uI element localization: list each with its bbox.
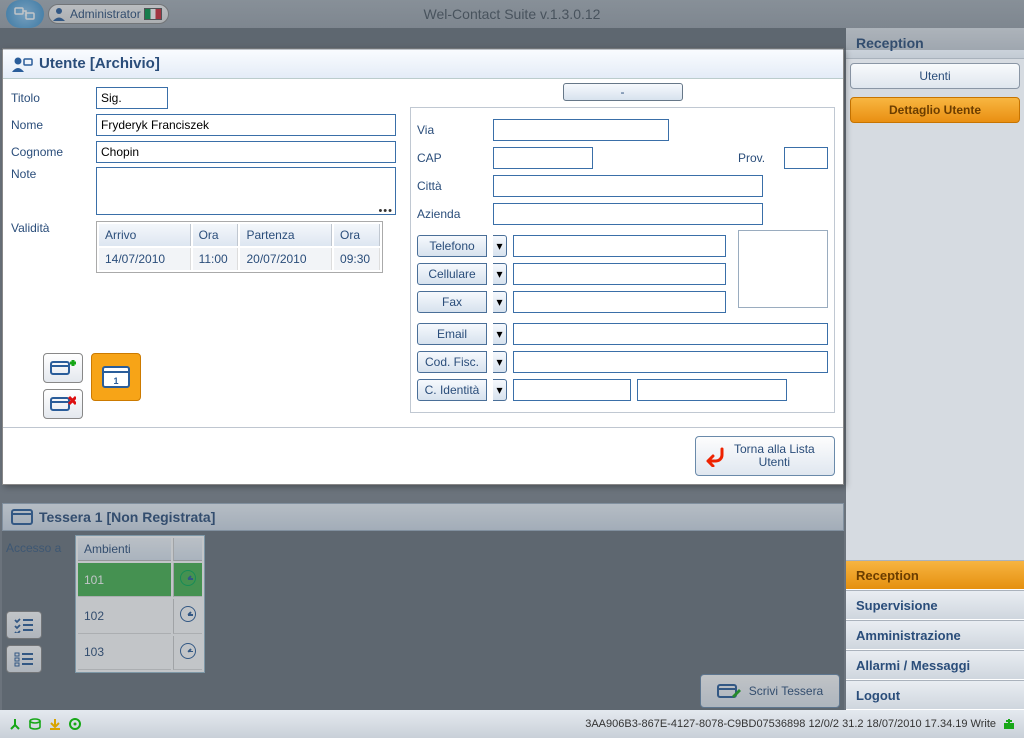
label-validita: Validità [11, 221, 96, 235]
env-row-103[interactable]: 103 [78, 636, 202, 670]
input-note[interactable] [96, 167, 396, 215]
input-nome[interactable] [96, 114, 396, 136]
panel-title: Utente [Archivio] [39, 55, 160, 72]
label-note: Note [11, 167, 96, 181]
section-logout[interactable]: Logout [846, 680, 1024, 710]
clock-icon [180, 570, 196, 586]
input-azienda[interactable] [493, 203, 763, 225]
panel-header: Utente [Archivio] [3, 49, 843, 79]
sidebar: Reception Utenti Dettaglio Utente Recept… [846, 28, 1024, 710]
input-fax[interactable] [513, 291, 726, 313]
tessera-title: Tessera 1 [Non Registrata] [39, 509, 215, 525]
back-to-users-button[interactable]: Torna alla Lista Utenti [695, 436, 835, 476]
label-cap: CAP [417, 151, 487, 165]
codfisc-button[interactable]: Cod. Fisc. [417, 351, 487, 373]
status-icon-1 [8, 717, 22, 731]
status-icon-3 [48, 717, 62, 731]
telefono-dropdown-icon[interactable]: ▾ [493, 235, 507, 257]
cellulare-dropdown-icon[interactable]: ▾ [493, 263, 507, 285]
validity-row[interactable]: 14/07/2010 11:00 20/07/2010 09:30 [99, 248, 380, 270]
status-text: 3AA906B3-867E-4127-8078-C9BD07536898 12/… [585, 718, 996, 730]
section-allarmi[interactable]: Allarmi / Messaggi [846, 650, 1024, 680]
environments-table: Ambienti 101 102 [75, 535, 205, 673]
list-button[interactable] [6, 645, 42, 673]
cidentita-button[interactable]: C. Identità [417, 379, 487, 401]
label-cognome: Cognome [11, 145, 96, 159]
label-via: Via [417, 123, 487, 137]
topbar: Administrator Wel-Contact Suite v.1.3.0.… [0, 0, 1024, 28]
validity-table: Arrivo Ora Partenza Ora 14/07/2010 11:00… [96, 221, 383, 273]
telefono-button[interactable]: Telefono [417, 235, 487, 257]
label-accesso: Accesso a [6, 535, 71, 555]
add-card-button[interactable] [43, 353, 83, 383]
input-codfisc[interactable] [513, 351, 828, 373]
write-card-button[interactable]: Scrivi Tessera [700, 674, 840, 708]
input-cap[interactable] [493, 147, 593, 169]
env-row-101[interactable]: 101 [78, 563, 202, 597]
status-icon-end [1002, 717, 1016, 731]
section-reception[interactable]: Reception [846, 560, 1024, 590]
env-row-102[interactable]: 102 [78, 599, 202, 633]
cidentita-dropdown-icon[interactable]: ▾ [493, 379, 507, 401]
dash-button[interactable]: - [563, 83, 683, 101]
input-cognome[interactable] [96, 141, 396, 163]
checklist-button[interactable] [6, 611, 42, 639]
section-supervisione[interactable]: Supervisione [846, 590, 1024, 620]
expand-icon[interactable]: ••• [378, 205, 393, 217]
label-titolo: Titolo [11, 91, 96, 105]
th-ambienti: Ambienti [78, 538, 171, 561]
photo-box[interactable] [738, 230, 828, 308]
card-1-selected[interactable]: 1 [91, 353, 141, 401]
sidebar-utenti-button[interactable]: Utenti [850, 63, 1020, 89]
th-ora2: Ora [334, 224, 380, 246]
status-icon-4 [68, 717, 82, 731]
user-detail-panel: Utente [Archivio] Titolo Nome Cognome [2, 48, 844, 485]
fax-dropdown-icon[interactable]: ▾ [493, 291, 507, 313]
admin-chip[interactable]: Administrator [48, 4, 169, 24]
input-prov[interactable] [784, 147, 828, 169]
label-azienda: Azienda [417, 207, 487, 221]
sidebar-dettaglio-button[interactable]: Dettaglio Utente [850, 97, 1020, 123]
codfisc-dropdown-icon[interactable]: ▾ [493, 351, 507, 373]
admin-label: Administrator [70, 7, 141, 21]
fax-button[interactable]: Fax [417, 291, 487, 313]
label-citta: Città [417, 179, 487, 193]
label-prov: Prov. [738, 151, 778, 165]
input-telefono[interactable] [513, 235, 726, 257]
th-ora1: Ora [193, 224, 239, 246]
app-title: Wel-Contact Suite v.1.3.0.12 [424, 6, 601, 22]
input-via[interactable] [493, 119, 669, 141]
status-icon-2 [28, 717, 42, 731]
email-dropdown-icon[interactable]: ▾ [493, 323, 507, 345]
input-cidentita-2[interactable] [637, 379, 787, 401]
th-arrivo: Arrivo [99, 224, 191, 246]
input-titolo[interactable] [96, 87, 168, 109]
sidebar-title: Reception [846, 28, 1024, 59]
input-cidentita-1[interactable] [513, 379, 631, 401]
clock-icon [180, 643, 196, 659]
input-email[interactable] [513, 323, 828, 345]
section-amministrazione[interactable]: Amministrazione [846, 620, 1024, 650]
label-nome: Nome [11, 118, 96, 132]
input-cellulare[interactable] [513, 263, 726, 285]
tessera-panel: Tessera 1 [Non Registrata] Accesso a [2, 503, 844, 710]
input-citta[interactable] [493, 175, 763, 197]
clock-icon [180, 606, 196, 622]
email-button[interactable]: Email [417, 323, 487, 345]
cellulare-button[interactable]: Cellulare [417, 263, 487, 285]
flag-italy-icon [144, 8, 162, 20]
app-icon [6, 0, 44, 28]
th-clock [173, 538, 202, 561]
remove-card-button[interactable] [43, 389, 83, 419]
statusbar: 3AA906B3-867E-4127-8078-C9BD07536898 12/… [0, 710, 1024, 738]
tessera-header: Tessera 1 [Non Registrata] [2, 503, 844, 531]
th-partenza: Partenza [240, 224, 332, 246]
